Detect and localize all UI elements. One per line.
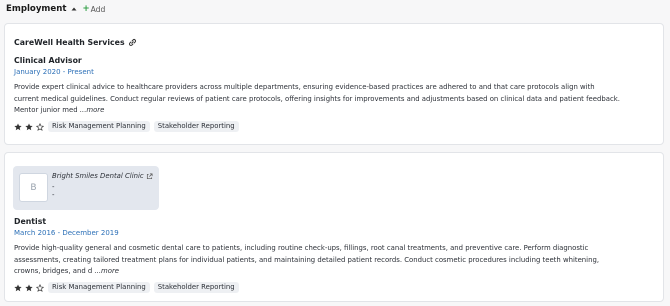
plus-icon: + bbox=[82, 4, 90, 14]
star-filled-icon[interactable] bbox=[25, 122, 33, 131]
section-header: Employment + Add bbox=[6, 2, 105, 16]
star-filled-icon[interactable] bbox=[14, 122, 22, 131]
skill-chip: Risk Management Planning bbox=[48, 121, 150, 132]
description-line: current medical guidelines. Conduct regu… bbox=[14, 94, 620, 103]
role-title: Dentist bbox=[14, 217, 47, 226]
external-link-icon[interactable] bbox=[146, 173, 153, 180]
skills-row: Risk Management Planning Stakeholder Rep… bbox=[14, 282, 239, 293]
skills-row: Risk Management Planning Stakeholder Rep… bbox=[14, 121, 239, 132]
company-detail: - bbox=[52, 183, 55, 191]
skill-chip: Stakeholder Reporting bbox=[153, 282, 239, 293]
employment-section: Employment + Add CareWell Health Service… bbox=[0, 0, 670, 306]
company-box: B Bright Smiles Dental Clinic - - bbox=[13, 166, 159, 210]
description-line-last: crowns, bridges, and d ...more bbox=[14, 266, 662, 278]
star-filled-icon[interactable] bbox=[14, 283, 22, 292]
description-line-last: Mentor junior med ...more bbox=[14, 105, 662, 117]
section-title: Employment bbox=[6, 4, 67, 14]
add-employment-button[interactable]: + Add bbox=[82, 4, 105, 14]
role-title: Clinical Advisor bbox=[14, 56, 82, 65]
role-description: Provide expert clinical advice to health… bbox=[14, 82, 662, 117]
more-link[interactable]: ...more bbox=[80, 106, 105, 114]
add-label: Add bbox=[90, 4, 106, 14]
role-dates: March 2016 - December 2019 bbox=[14, 229, 119, 237]
star-filled-icon[interactable] bbox=[25, 283, 33, 292]
star-empty-icon[interactable] bbox=[36, 122, 44, 131]
description-line: Provide high-quality general and cosmeti… bbox=[14, 244, 589, 252]
company-name: Bright Smiles Dental Clinic bbox=[52, 172, 144, 180]
star-empty-icon[interactable] bbox=[36, 283, 44, 292]
company-logo: B bbox=[19, 173, 48, 202]
skill-chip: Stakeholder Reporting bbox=[153, 121, 239, 132]
description-line: crowns, bridges, and d bbox=[14, 267, 95, 275]
more-link[interactable]: ...more bbox=[94, 267, 119, 275]
role-dates: January 2020 - Present bbox=[14, 68, 94, 76]
skill-chip: Risk Management Planning bbox=[48, 282, 150, 293]
company-name-line: Bright Smiles Dental Clinic bbox=[52, 172, 153, 180]
description-line: Provide expert clinical advice to health… bbox=[14, 83, 595, 91]
company-line: CareWell Health Services bbox=[14, 38, 137, 47]
description-line: Mentor junior med bbox=[14, 106, 80, 114]
employment-card: B Bright Smiles Dental Clinic - - Dentis… bbox=[4, 152, 664, 302]
description-line: assessments, creating tailored treatment… bbox=[14, 255, 600, 264]
employment-card: CareWell Health Services Clinical Adviso… bbox=[4, 23, 664, 145]
link-icon[interactable] bbox=[128, 38, 137, 47]
caret-up-icon[interactable] bbox=[70, 5, 78, 13]
role-description: Provide high-quality general and cosmeti… bbox=[14, 243, 662, 278]
company-name: CareWell Health Services bbox=[14, 38, 125, 47]
company-detail: - bbox=[52, 191, 55, 199]
